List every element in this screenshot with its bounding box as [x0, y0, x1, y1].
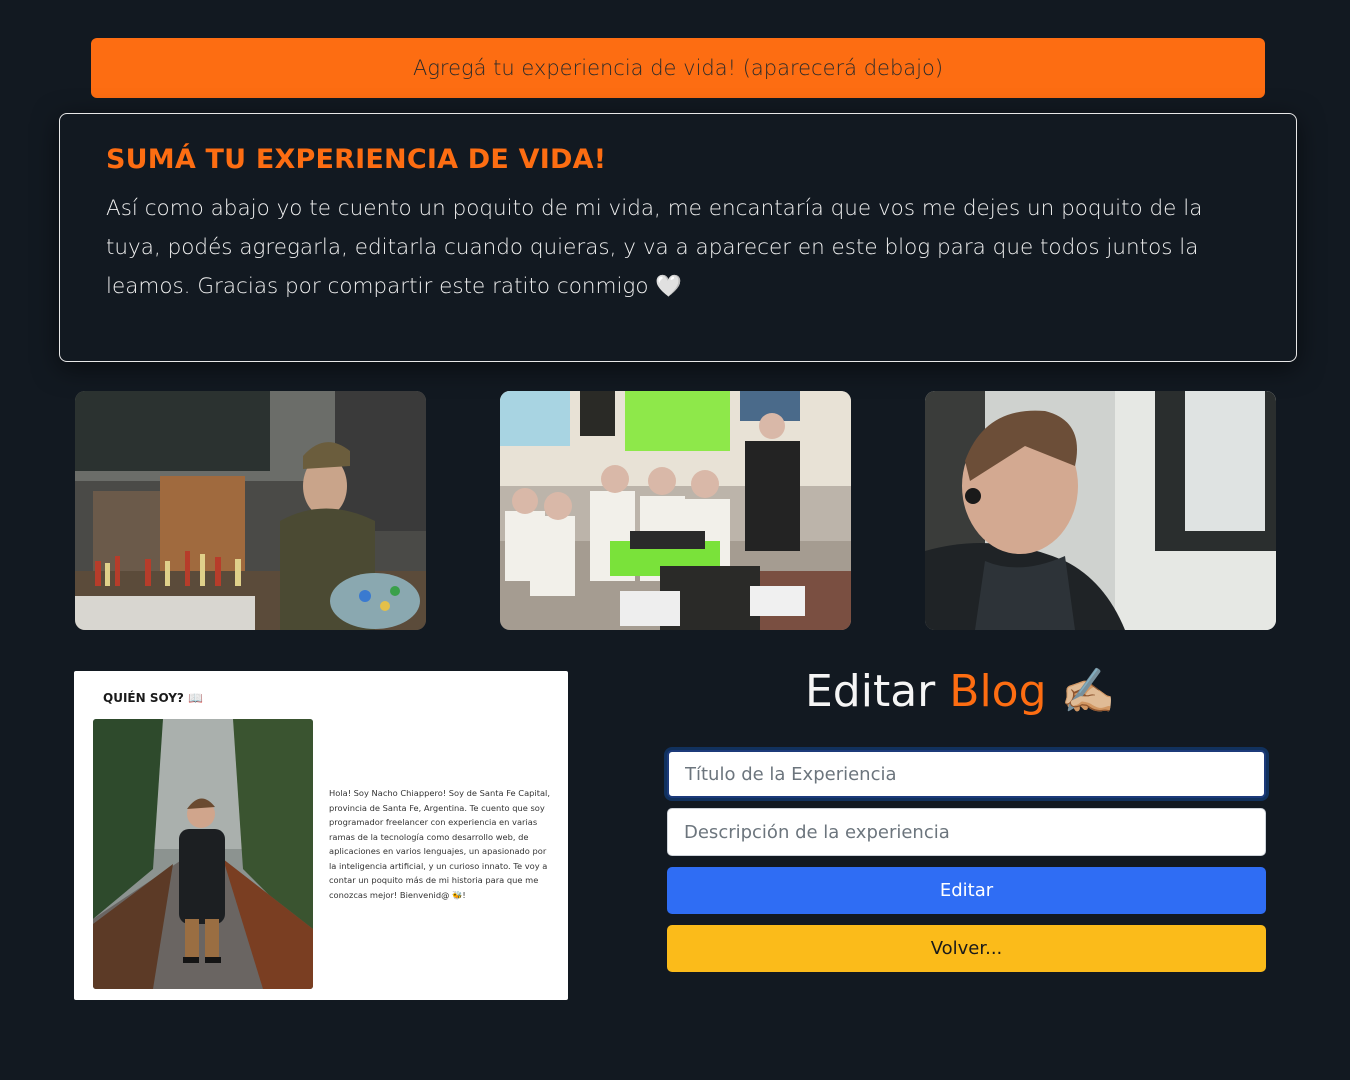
- portrait-photo: [925, 391, 1276, 630]
- about-card-title: QUIÉN SOY? 📖: [103, 691, 204, 705]
- experience-description-input[interactable]: [667, 808, 1266, 856]
- group-photo: [500, 391, 851, 630]
- edit-heading-word: Editar: [805, 665, 936, 717]
- info-card-text: Así como abajo yo te cuento un poquito d…: [106, 196, 1203, 299]
- about-card: QUIÉN SOY? 📖 Hola! Soy Nacho Chiappero! …: [74, 671, 568, 1000]
- painter-photo: [75, 391, 426, 630]
- back-button[interactable]: Volver...: [667, 925, 1266, 972]
- add-experience-button[interactable]: Agregá tu experiencia de vida! (aparecer…: [91, 38, 1265, 98]
- info-card-title: SUMÁ TU EXPERIENCIA DE VIDA!: [106, 144, 607, 175]
- info-card: SUMÁ TU EXPERIENCIA DE VIDA! Así como ab…: [59, 113, 1297, 362]
- writing-hand-icon: ✍🏼: [1060, 666, 1116, 717]
- blog-heading-word: Blog: [949, 665, 1047, 717]
- edit-blog-heading: Editar Blog ✍🏼: [805, 660, 1115, 722]
- experience-title-input[interactable]: [667, 750, 1266, 798]
- profile-photo: [93, 719, 313, 989]
- about-card-text: Hola! Soy Nacho Chiappero! Soy de Santa …: [329, 788, 551, 900]
- edit-button[interactable]: Editar: [667, 867, 1266, 914]
